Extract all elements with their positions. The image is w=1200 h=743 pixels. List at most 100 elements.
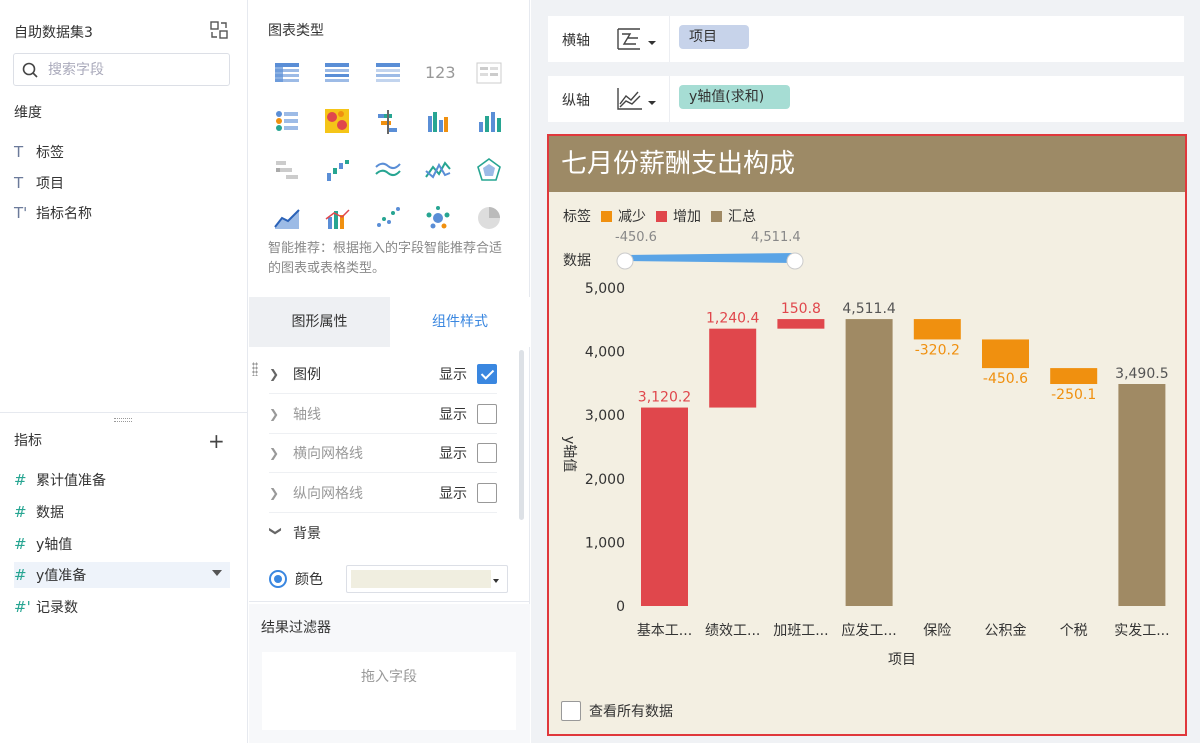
search-input[interactable]	[48, 59, 218, 81]
background-color-radio[interactable]	[269, 570, 287, 588]
chevron-right-icon[interactable]: ❯	[269, 486, 293, 500]
chart-legend: 标签 减少 增加 汇总	[563, 206, 756, 226]
waterfall-bar[interactable]	[709, 328, 757, 408]
x-axis-row: 横轴 项目	[548, 16, 1184, 62]
chart-title: 七月份薪酬支出构成	[549, 136, 1185, 192]
list-chart-icon[interactable]	[274, 108, 300, 134]
data-label: 150.8	[781, 301, 821, 317]
range-slider[interactable]	[611, 248, 807, 278]
number-field-icon: #	[14, 535, 27, 553]
prop-legend[interactable]: ❯ 图例 显示	[269, 355, 497, 394]
switch-dataset-icon[interactable]	[209, 20, 229, 40]
view-all-data-checkbox[interactable]	[561, 701, 581, 721]
dimension-label: 标签	[36, 145, 64, 161]
chevron-down-icon[interactable]	[212, 570, 222, 576]
measure-item[interactable]: #' 记录数	[14, 594, 78, 620]
waterfall-bar[interactable]	[913, 319, 961, 340]
x-axis-field-pill[interactable]: 项目	[679, 25, 749, 49]
chevron-right-icon[interactable]: ❯	[269, 367, 293, 381]
y-tick-label: 2,000	[585, 472, 625, 488]
x-tick-label: 加班工...	[773, 623, 828, 639]
field-panel: 自助数据集3 维度 T 标签 T 项目 T' 指标名称 指标 + # 累计值准备 # 数据…	[0, 0, 248, 743]
divider	[249, 601, 530, 602]
show-label: 显示	[439, 486, 467, 502]
x-tick-label: 基本工...	[637, 622, 692, 639]
waterfall-bar[interactable]	[1050, 368, 1098, 385]
table-icon[interactable]	[274, 60, 300, 86]
axis-line-show-checkbox[interactable]	[477, 404, 497, 424]
y-tick-label: 1,000	[585, 535, 625, 551]
kpi-card-icon[interactable]	[476, 60, 502, 86]
column-chart-icon[interactable]	[476, 108, 502, 134]
vertical-grid-show-checkbox[interactable]	[477, 483, 497, 503]
waterfall-bar[interactable]	[1118, 384, 1166, 606]
data-label: -320.2	[915, 342, 960, 358]
measure-label: 数据	[36, 505, 64, 521]
range-max-value: 4,511.4	[751, 230, 801, 245]
dimension-item[interactable]: T' 指标名称	[14, 200, 92, 226]
range-slider-min-handle[interactable]	[616, 252, 634, 270]
prop-axis-line[interactable]: ❯ 轴线 显示	[269, 395, 497, 434]
view-all-data-label: 查看所有数据	[589, 704, 673, 720]
polyline-chart-icon[interactable]	[425, 157, 451, 183]
waterfall-chart-icon[interactable]	[324, 157, 350, 183]
filter-drop-zone[interactable]: 拖入字段	[262, 652, 516, 730]
pie-chart-icon[interactable]	[476, 205, 502, 231]
y-axis-field-pill[interactable]: y轴值(求和)	[679, 85, 790, 109]
background-color-select[interactable]	[346, 565, 508, 593]
stacked-bar-icon[interactable]	[375, 108, 401, 134]
scatter-chart-icon[interactable]	[375, 205, 401, 231]
line-chart-icon[interactable]	[375, 157, 401, 183]
number-indicator-icon[interactable]: 123	[425, 60, 456, 86]
measure-item[interactable]: # 数据	[14, 499, 64, 525]
legend-item-decrease[interactable]: 减少	[618, 206, 646, 226]
combo-chart-icon[interactable]	[324, 205, 350, 231]
y-axis-type-icon[interactable]	[616, 86, 660, 116]
waterfall-bar[interactable]	[982, 339, 1029, 369]
waterfall-bar[interactable]	[777, 319, 825, 329]
prop-background[interactable]: ❯ 背景	[269, 513, 497, 552]
detail-table-icon[interactable]	[375, 60, 401, 86]
dimension-label: 项目	[36, 176, 64, 192]
x-axis-type-icon[interactable]	[616, 26, 660, 56]
tab-graphic-properties[interactable]: 图形属性	[249, 297, 390, 347]
range-slider-max-handle[interactable]	[786, 252, 804, 270]
legend-show-checkbox[interactable]	[477, 364, 497, 384]
prop-horizontal-grid[interactable]: ❯ 横向网格线 显示	[269, 434, 497, 473]
gantt-chart-icon[interactable]	[274, 157, 300, 183]
tab-component-style[interactable]: 组件样式	[390, 297, 530, 347]
add-measure-icon[interactable]: +	[208, 429, 225, 453]
waterfall-bar[interactable]	[641, 407, 688, 606]
grouped-table-icon[interactable]	[324, 60, 350, 86]
chevron-right-icon[interactable]: ❯	[269, 446, 293, 460]
horizontal-grid-show-checkbox[interactable]	[477, 443, 497, 463]
legend-swatch-decrease	[601, 210, 612, 222]
bubble-chart-icon[interactable]	[425, 205, 451, 231]
area-chart-icon[interactable]	[274, 205, 300, 231]
measure-item-selected[interactable]: # y值准备	[14, 562, 230, 588]
radar-chart-icon[interactable]	[476, 157, 502, 183]
chart-widget[interactable]: 七月份薪酬支出构成 标签 减少 增加 汇总 数据 -450.6 4,511.4 …	[547, 134, 1187, 736]
chevron-down-icon[interactable]: ❯	[269, 526, 283, 540]
measure-item[interactable]: # y轴值	[14, 531, 72, 557]
scrollbar[interactable]	[519, 350, 524, 520]
dimension-label: 指标名称	[36, 206, 92, 222]
dimension-item[interactable]: T 标签	[14, 139, 64, 165]
search-box[interactable]	[13, 53, 230, 86]
prop-vertical-grid[interactable]: ❯ 纵向网格线 显示	[269, 474, 497, 513]
dataset-title: 自助数据集3	[14, 25, 93, 41]
legend-item-increase[interactable]: 增加	[673, 206, 701, 226]
text-field-icon: T	[14, 143, 24, 161]
y-tick-label: 4,000	[585, 345, 625, 361]
dimension-item[interactable]: T 项目	[14, 170, 64, 196]
drag-handle-icon[interactable]	[252, 362, 258, 376]
divider	[669, 76, 670, 122]
grouped-bar-icon[interactable]	[425, 108, 451, 134]
legend-item-total[interactable]: 汇总	[728, 206, 756, 226]
prop-label: 图例	[293, 367, 321, 383]
waterfall-bar[interactable]	[845, 319, 893, 606]
heatmap-icon[interactable]	[324, 108, 350, 134]
chevron-right-icon[interactable]: ❯	[269, 407, 293, 421]
measure-item[interactable]: # 累计值准备	[14, 467, 106, 493]
drag-handle-icon[interactable]	[114, 418, 132, 422]
